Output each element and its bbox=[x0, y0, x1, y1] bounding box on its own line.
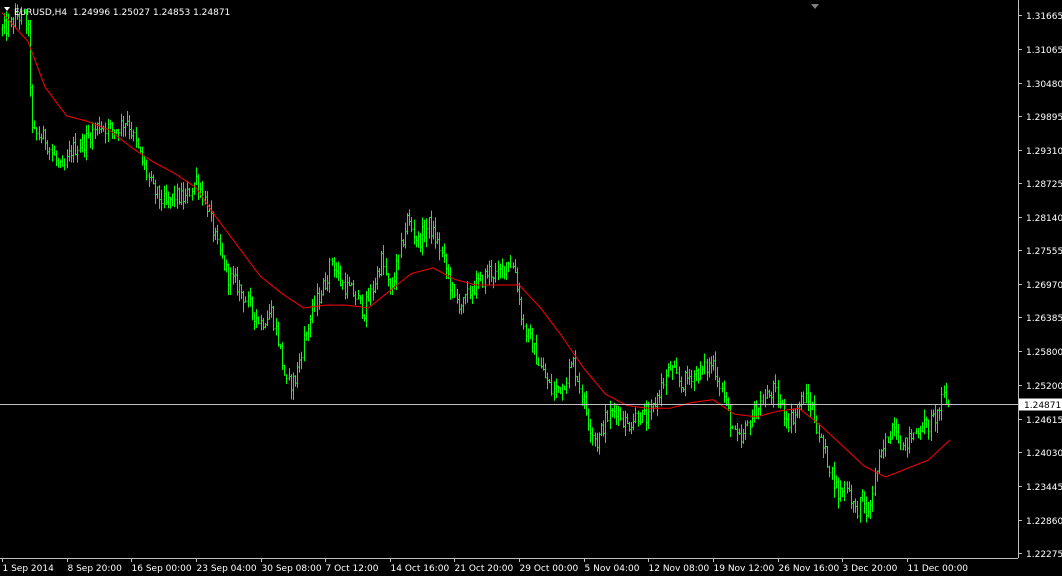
x-tick-label: 30 Sep 08:00 bbox=[262, 564, 322, 574]
y-tick-label: 1.26970 bbox=[1026, 281, 1062, 291]
y-tick-label: 1.26385 bbox=[1026, 314, 1062, 324]
y-tick-label: 1.24030 bbox=[1026, 449, 1062, 459]
y-tick-label: 1.28140 bbox=[1026, 214, 1062, 224]
y-tick-label: 1.29310 bbox=[1026, 147, 1062, 157]
x-tick-label: 21 Oct 20:00 bbox=[455, 564, 514, 574]
current-price-value: 1.24871 bbox=[1024, 401, 1061, 411]
y-tick-label: 1.24615 bbox=[1026, 416, 1062, 426]
x-tick-label: 12 Nov 08:00 bbox=[649, 564, 710, 574]
y-tick-label: 1.31065 bbox=[1026, 46, 1062, 56]
y-tick-label: 1.29895 bbox=[1026, 113, 1062, 123]
x-tick-label: 3 Dec 20:00 bbox=[843, 564, 898, 574]
price-chart[interactable]: 1.31665 1.31065 1.30480 1.29895 1.29310 1.287… bbox=[0, 0, 1062, 576]
chart-background bbox=[0, 0, 1062, 576]
y-tick-label: 1.27555 bbox=[1026, 247, 1062, 257]
y-tick-label: 1.22860 bbox=[1026, 517, 1062, 527]
x-tick-label: 29 Oct 00:00 bbox=[520, 564, 579, 574]
y-tick-label: 1.28725 bbox=[1026, 180, 1062, 190]
x-tick-label: 8 Sep 20:00 bbox=[68, 564, 123, 574]
current-price-label: 1.24871 bbox=[1019, 398, 1062, 411]
x-tick-label: 14 Oct 16:00 bbox=[391, 564, 450, 574]
y-tick-label: 1.22275 bbox=[1026, 550, 1062, 560]
y-tick-label: 1.25800 bbox=[1026, 348, 1062, 358]
chart-header: EURUSD,H4 1.24996 1.25027 1.24853 1.2487… bbox=[14, 8, 230, 18]
x-tick-label: 5 Nov 04:00 bbox=[585, 564, 640, 574]
y-tick-label: 1.30480 bbox=[1026, 80, 1062, 90]
x-tick-label: 7 Oct 12:00 bbox=[326, 564, 379, 574]
x-tick-label: 1 Sep 2014 bbox=[3, 564, 55, 574]
y-tick-label: 1.31665 bbox=[1026, 12, 1062, 22]
x-tick-label: 23 Sep 04:00 bbox=[197, 564, 257, 574]
x-tick-label: 11 Dec 00:00 bbox=[908, 564, 969, 574]
x-tick-label: 16 Sep 00:00 bbox=[132, 564, 192, 574]
y-tick-label: 1.23445 bbox=[1026, 483, 1062, 493]
y-tick-label: 1.25200 bbox=[1026, 382, 1062, 392]
x-tick-label: 19 Nov 12:00 bbox=[714, 564, 775, 574]
x-tick-label: 26 Nov 16:00 bbox=[779, 564, 840, 574]
